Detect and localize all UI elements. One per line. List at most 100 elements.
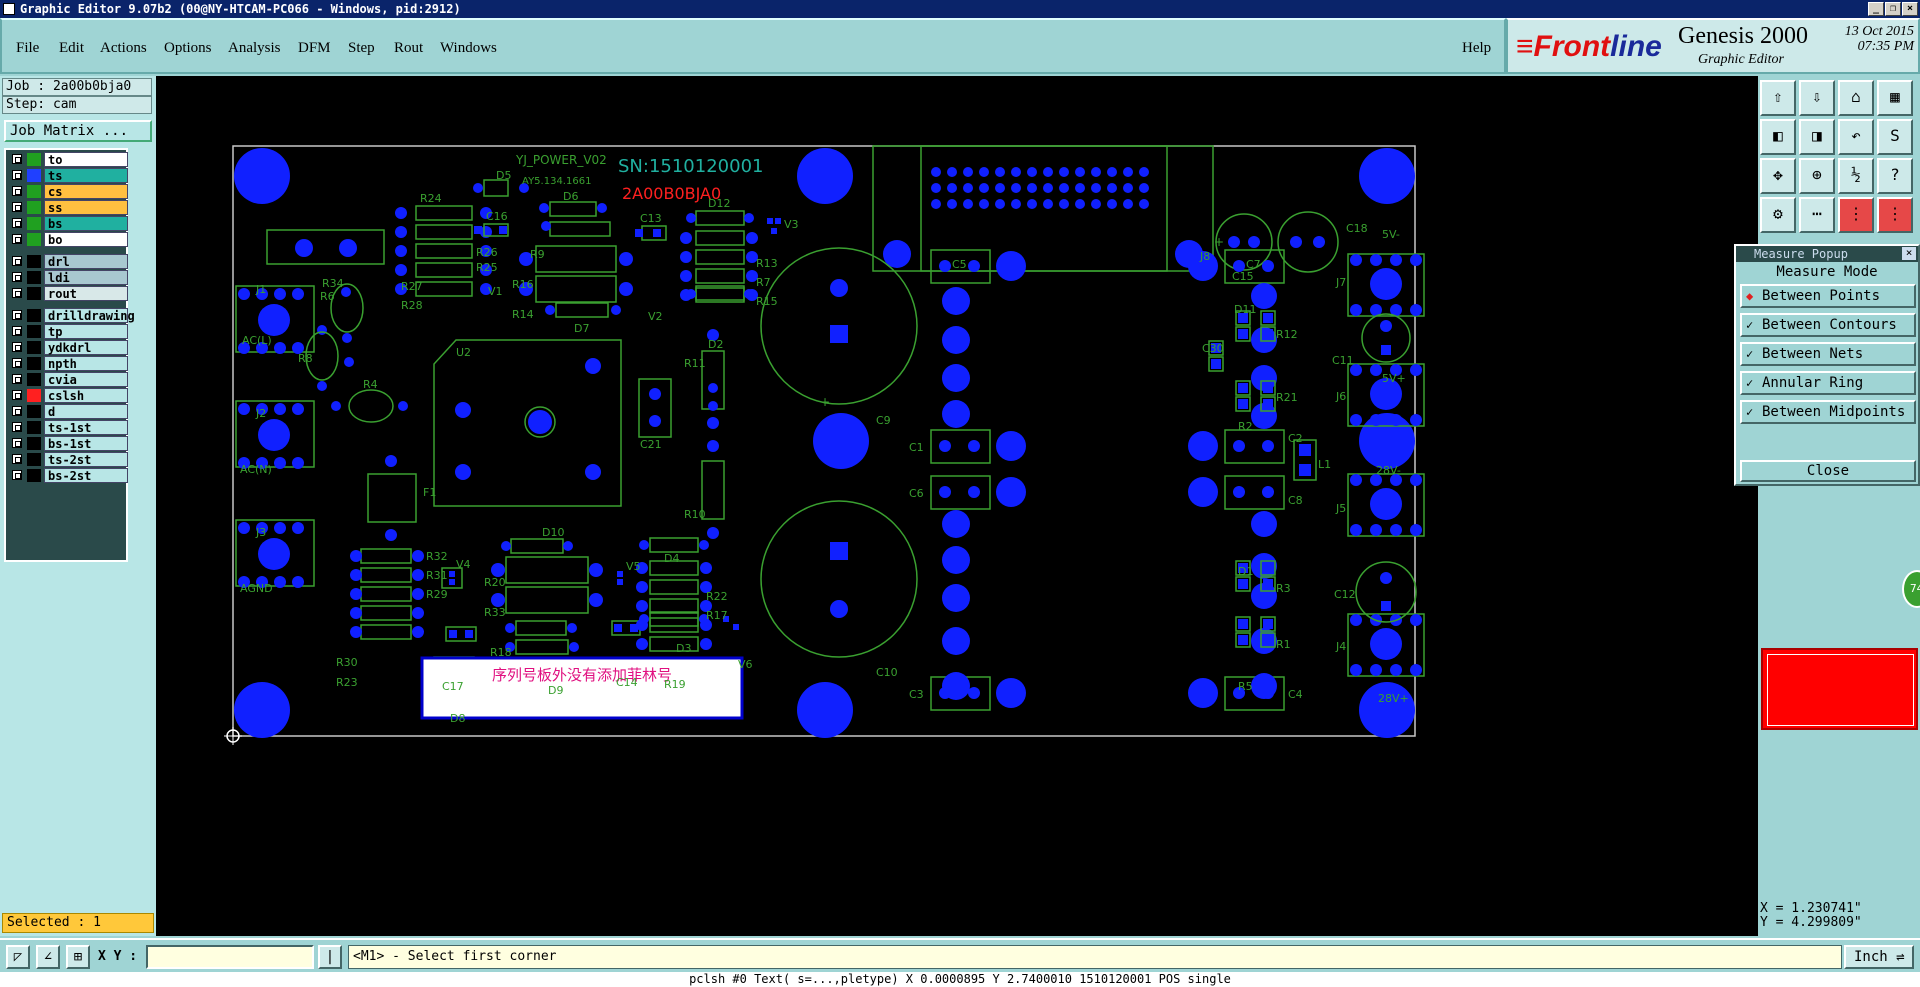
layer-checkbox[interactable]: [12, 186, 22, 196]
layer-row-npth[interactable]: npth: [8, 356, 128, 371]
pan-right-icon[interactable]: ◨: [1799, 119, 1835, 155]
layer-row-cvia[interactable]: cvia: [8, 372, 128, 387]
layer-checkbox[interactable]: [12, 390, 22, 400]
outline: [535, 275, 617, 303]
layer-checkbox[interactable]: [12, 326, 22, 336]
redraw-icon[interactable]: S: [1877, 119, 1913, 155]
menu-edit[interactable]: Edit: [59, 40, 84, 57]
layer-color-swatch: [27, 341, 41, 354]
mode-between-midpoints[interactable]: ✓ Between Midpoints: [1740, 400, 1916, 424]
layer-checkbox[interactable]: [12, 310, 22, 320]
layer-row-to[interactable]: to: [8, 152, 128, 167]
layer-row-ss[interactable]: ss: [8, 200, 128, 215]
layer-checkbox[interactable]: [12, 170, 22, 180]
pad: [797, 148, 853, 204]
measure-close-icon[interactable]: ×: [1902, 247, 1916, 260]
layer-checkbox[interactable]: [12, 342, 22, 352]
pcb-drawing[interactable]: 序列号板外没有添加菲林号 YJ_POWER_V02 AY5.134.1661 SN:1…: [156, 76, 1758, 936]
menu-analysis[interactable]: Analysis: [228, 40, 281, 57]
layer-color-swatch: [27, 169, 41, 182]
layer-row-drl[interactable]: drl: [8, 254, 128, 269]
smd-pad: [1263, 329, 1273, 339]
info-icon[interactable]: |: [318, 945, 342, 969]
layer-row-ts-2st[interactable]: ts-2st: [8, 452, 128, 467]
menu-windows[interactable]: Windows: [440, 40, 497, 57]
layer-row-bo[interactable]: bo: [8, 232, 128, 247]
pad: [708, 383, 718, 393]
layer-checkbox[interactable]: [12, 374, 22, 384]
grid-icon[interactable]: ▦: [1877, 80, 1913, 116]
layer-row-ydkdrl[interactable]: ydkdrl: [8, 340, 128, 355]
job-matrix-button[interactable]: Job Matrix ...: [4, 120, 152, 142]
layer-row-bs[interactable]: bs: [8, 216, 128, 231]
minimize-button[interactable]: _: [1868, 2, 1884, 16]
menu-rout[interactable]: Rout: [394, 40, 423, 57]
route-icon[interactable]: ⋮: [1877, 197, 1913, 233]
select-icon[interactable]: ◸: [6, 945, 30, 969]
product-name: Genesis 2000: [1678, 23, 1808, 49]
menu-step[interactable]: Step: [348, 40, 375, 57]
layer-checkbox[interactable]: [12, 358, 22, 368]
layer-row-cs[interactable]: cs: [8, 184, 128, 199]
layer-checkbox[interactable]: [12, 154, 22, 164]
net-icon[interactable]: ⋮: [1838, 197, 1874, 233]
layer-row-d[interactable]: d: [8, 404, 128, 419]
layer-checkbox[interactable]: [12, 272, 22, 282]
menu-file[interactable]: File: [16, 40, 39, 57]
layer-checkbox[interactable]: [12, 470, 22, 480]
line-icon[interactable]: ∠: [36, 945, 60, 969]
snap-grid-icon[interactable]: ⋯: [1799, 197, 1835, 233]
measure-close-button[interactable]: Close: [1740, 460, 1916, 482]
layer-checkbox[interactable]: [12, 202, 22, 212]
layer-row-ldi[interactable]: ldi: [8, 270, 128, 285]
layer-checkbox[interactable]: [12, 234, 22, 244]
mode-annular-ring[interactable]: ✓ Annular Ring: [1740, 371, 1916, 395]
menu-help[interactable]: Help: [1462, 40, 1491, 57]
home-icon[interactable]: ⌂: [1838, 80, 1874, 116]
mode-between-points[interactable]: ◆ Between Points: [1740, 284, 1916, 308]
layer-color-swatch: [27, 421, 41, 434]
help-icon[interactable]: ?: [1877, 158, 1913, 194]
open-job-icon[interactable]: ⇧: [1760, 80, 1796, 116]
undo-icon[interactable]: ↶: [1838, 119, 1874, 155]
measure-popup: Measure Popup × Measure Mode ◆ Between Po…: [1734, 244, 1920, 486]
layer-row-drilldrawing[interactable]: drilldrawing: [8, 308, 135, 323]
layer-row-rout[interactable]: rout: [8, 286, 128, 301]
menu-dfm[interactable]: DFM: [298, 40, 331, 57]
pan-left-icon[interactable]: ◧: [1760, 119, 1796, 155]
measure-icon[interactable]: ⚙: [1760, 197, 1796, 233]
layer-checkbox[interactable]: [12, 256, 22, 266]
layer-row-tp[interactable]: tp: [8, 324, 128, 339]
grid-toggle-icon[interactable]: ⊞: [66, 945, 90, 969]
menu-options[interactable]: Options: [164, 40, 212, 57]
layer-row-bs-2st[interactable]: bs-2st: [8, 468, 128, 483]
zoom-home-icon[interactable]: ⊕: [1799, 158, 1835, 194]
close-window-button[interactable]: ×: [1902, 2, 1918, 16]
pad: [699, 540, 709, 550]
xy-input[interactable]: [146, 945, 314, 969]
layer-checkbox[interactable]: [12, 288, 22, 298]
selected-count: Selected : 1: [2, 913, 154, 933]
layer-row-ts-1st[interactable]: ts-1st: [8, 420, 128, 435]
menu-bar: File Edit Actions Options Analysis DFM S…: [0, 18, 1506, 74]
mode-between-nets[interactable]: ✓ Between Nets: [1740, 342, 1916, 366]
layer-checkbox[interactable]: [12, 218, 22, 228]
mode-between-contours[interactable]: ✓ Between Contours: [1740, 313, 1916, 337]
scale-icon[interactable]: ½: [1838, 158, 1874, 194]
layer-checkbox[interactable]: [12, 454, 22, 464]
menu-actions[interactable]: Actions: [100, 40, 147, 57]
layer-checkbox[interactable]: [12, 406, 22, 416]
zoom-fit-icon[interactable]: ✥: [1760, 158, 1796, 194]
pad: [636, 600, 648, 612]
date-time: 13 Oct 2015 07:35 PM: [1844, 24, 1914, 54]
silk-label: SN:1510120001: [618, 156, 763, 177]
layer-row-cslsh[interactable]: cslsh: [8, 388, 128, 403]
graphic-canvas[interactable]: 序列号板外没有添加菲林号 YJ_POWER_V02 AY5.134.1661 SN:1…: [156, 76, 1758, 936]
layer-row-bs-1st[interactable]: bs-1st: [8, 436, 128, 451]
save-job-icon[interactable]: ⇩: [1799, 80, 1835, 116]
unit-selector[interactable]: Inch ⇌: [1844, 945, 1914, 969]
layer-checkbox[interactable]: [12, 422, 22, 432]
restore-button[interactable]: ❐: [1885, 2, 1901, 16]
layer-checkbox[interactable]: [12, 438, 22, 448]
layer-row-ts[interactable]: ts: [8, 168, 128, 183]
